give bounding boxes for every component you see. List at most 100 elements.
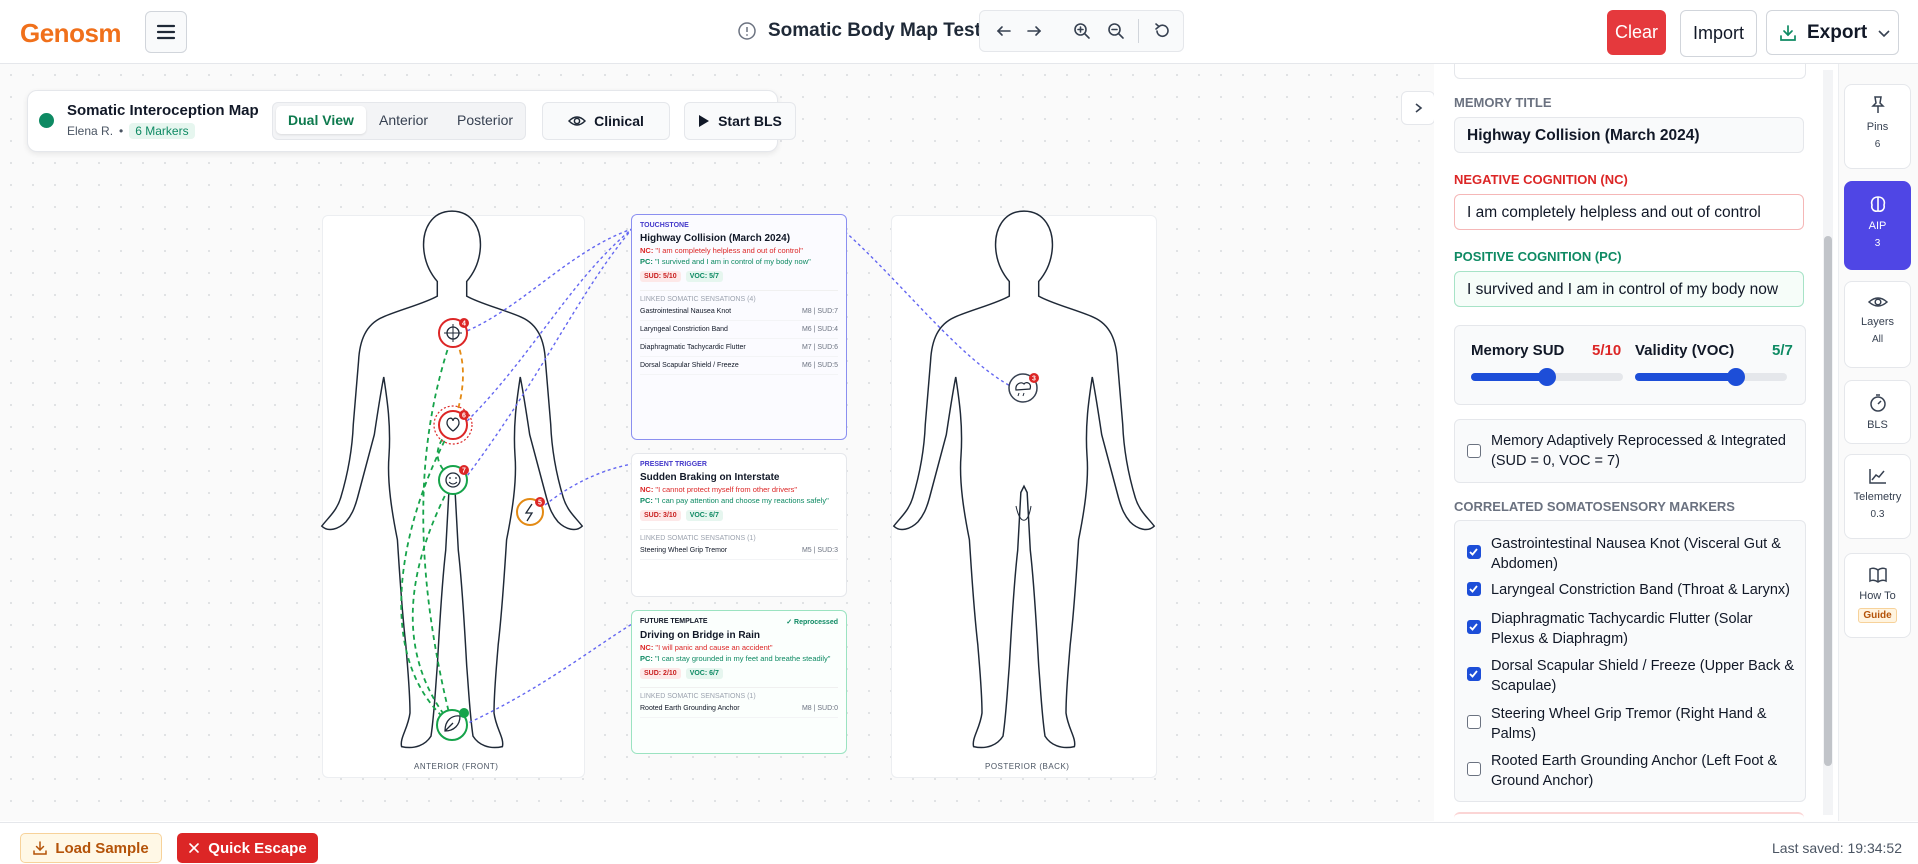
marker-label: Laryngeal Constriction Band (Throat & La… bbox=[1491, 582, 1791, 598]
chart-icon bbox=[1868, 469, 1886, 484]
voc-chip: VOC: 5/7 bbox=[685, 271, 723, 282]
rail-layers[interactable]: Layers All bbox=[1844, 281, 1911, 368]
markers-label: CORRELATED SOMATOSENSORY MARKERS bbox=[1454, 499, 1735, 514]
voc-label: Validity (VOC) bbox=[1635, 342, 1735, 359]
export-label: Export bbox=[1807, 21, 1868, 43]
memory-title-label: MEMORY TITLE bbox=[1454, 95, 1552, 110]
marker-label: Gastrointestinal Nausea Knot (Visceral G… bbox=[1491, 536, 1781, 572]
chevron-down-icon bbox=[1878, 29, 1890, 37]
last-saved-text: Last saved: 19:34:52 bbox=[1772, 840, 1902, 856]
sud-label: Memory SUD bbox=[1471, 342, 1565, 359]
linked-header: LINKED SOMATIC SENSATIONS (1) bbox=[640, 687, 838, 700]
rail-how-to-label: How To bbox=[1859, 590, 1896, 602]
brain-icon bbox=[1870, 196, 1885, 212]
rail-telemetry-count: 0.3 bbox=[1870, 509, 1885, 520]
rail-bls[interactable]: BLS bbox=[1844, 380, 1911, 444]
load-sample-label: Load Sample bbox=[55, 839, 149, 857]
rail-telemetry-label: Telemetry bbox=[1853, 491, 1902, 503]
memory-card-touchstone[interactable]: TOUCHSTONE Highway Collision (March 2024… bbox=[631, 214, 847, 440]
marker-label: Diaphragmatic Tachycardic Flutter (Solar… bbox=[1491, 611, 1753, 647]
memory-card-present-trigger[interactable]: PRESENT TRIGGER Sudden Braking on Inters… bbox=[631, 453, 847, 597]
pin-gastro-badge: 4 bbox=[462, 321, 466, 328]
voc-slider-thumb[interactable] bbox=[1727, 368, 1746, 386]
rail-pins-count: 6 bbox=[1874, 139, 1881, 150]
card-chips: SUD: 2/10 VOC: 6/7 bbox=[640, 668, 838, 679]
marker-checkbox-2[interactable] bbox=[1467, 620, 1481, 634]
card-tag: FUTURE TEMPLATE bbox=[640, 618, 708, 625]
pin-icon bbox=[1870, 96, 1885, 113]
linked-row: Laryngeal Constriction Band M6 | SUD:4 bbox=[640, 321, 838, 339]
card-pc: PC: "I can pay attention and choose my r… bbox=[640, 496, 829, 505]
markers-list: Gastrointestinal Nausea Knot (Visceral G… bbox=[1454, 520, 1806, 802]
card-tag: TOUCHSTONE bbox=[640, 222, 689, 229]
voc-slider-fill bbox=[1635, 373, 1737, 381]
marker-label: Dorsal Scapular Shield / Freeze (Upper B… bbox=[1491, 658, 1795, 694]
rail-aip[interactable]: AIP 3 bbox=[1844, 181, 1911, 270]
memory-card-future-template[interactable]: FUTURE TEMPLATE ✓ Reprocessed Driving on … bbox=[631, 610, 847, 754]
sud-slider-track[interactable] bbox=[1471, 368, 1623, 386]
marker-checkbox-4[interactable] bbox=[1467, 715, 1481, 729]
reprocessed-box: Memory Adaptively Reprocessed & Integrat… bbox=[1454, 419, 1806, 483]
sud-chip: SUD: 5/10 bbox=[640, 271, 681, 282]
marker-label: Steering Wheel Grip Tremor (Right Hand &… bbox=[1491, 706, 1767, 742]
rail-guide-badge: Guide bbox=[1858, 608, 1897, 623]
marker-checkbox-3[interactable] bbox=[1467, 667, 1481, 681]
voc-chip: VOC: 6/7 bbox=[685, 510, 723, 521]
import-button[interactable]: Import bbox=[1680, 10, 1757, 57]
card-nc: NC: "I cannot protect myself from other … bbox=[640, 485, 798, 494]
reprocessed-status: ✓ Reprocessed bbox=[786, 619, 838, 626]
pin-dorsal-badge: 3 bbox=[1032, 376, 1036, 383]
pin-laryngeal-badge: 7 bbox=[462, 468, 466, 475]
pin-diaphragm-badge: 6 bbox=[462, 413, 466, 420]
sud-value: 5/10 bbox=[1592, 342, 1622, 359]
card-tag: PRESENT TRIGGER bbox=[640, 461, 707, 468]
sud-voc-box: Memory SUD 5/10 Validity (VOC) 5/7 bbox=[1454, 325, 1806, 405]
marker-checkbox-0[interactable] bbox=[1467, 545, 1481, 559]
rail-aip-count: 3 bbox=[1874, 238, 1881, 249]
quick-escape-label: Quick Escape bbox=[208, 839, 307, 857]
sud-slider-thumb[interactable] bbox=[1538, 368, 1556, 386]
rail-pins[interactable]: Pins 6 bbox=[1844, 84, 1911, 169]
pc-input[interactable]: I survived and I am in control of my bod… bbox=[1454, 271, 1804, 307]
rail-aip-label: AIP bbox=[1868, 220, 1887, 232]
export-button[interactable]: Export bbox=[1766, 10, 1899, 55]
card-pc: PC: "I survived and I am in control of m… bbox=[640, 257, 811, 266]
marker-checkbox-5[interactable] bbox=[1467, 762, 1481, 776]
eye-icon bbox=[1867, 297, 1888, 307]
pc-label: POSITIVE COGNITION (PC) bbox=[1454, 249, 1622, 264]
previous-section-edge bbox=[1454, 64, 1806, 79]
marker-checkbox-1[interactable] bbox=[1467, 582, 1481, 596]
download-icon bbox=[1780, 24, 1796, 41]
pin-steering-grip[interactable]: 5 bbox=[516, 497, 545, 526]
linked-row: Gastrointestinal Nausea Knot M8 | SUD:7 bbox=[640, 303, 838, 321]
memory-title-input[interactable]: Highway Collision (March 2024) bbox=[1454, 117, 1804, 153]
nc-label: NEGATIVE COGNITION (NC) bbox=[1454, 172, 1628, 187]
voc-slider-track[interactable] bbox=[1635, 368, 1787, 386]
marker-label: Rooted Earth Grounding Anchor (Left Foot… bbox=[1491, 753, 1778, 789]
card-chips: SUD: 3/10 VOC: 6/7 bbox=[640, 510, 838, 521]
rail-how-to[interactable]: How To Guide bbox=[1844, 553, 1911, 638]
pin-steering-badge: 5 bbox=[538, 500, 542, 507]
clear-button[interactable]: Clear bbox=[1607, 10, 1666, 55]
load-sample-button[interactable]: Load Sample bbox=[20, 833, 162, 863]
rail-telemetry[interactable]: Telemetry 0.3 bbox=[1844, 454, 1911, 539]
linked-row: Dorsal Scapular Shield / Freeze M6 | SUD:… bbox=[640, 357, 838, 375]
quick-escape-button[interactable]: Quick Escape bbox=[177, 833, 318, 863]
scrollbar-thumb[interactable] bbox=[1824, 236, 1832, 766]
posterior-body-outline bbox=[893, 210, 1155, 749]
voc-value: 5/7 bbox=[1772, 342, 1793, 359]
linked-row: Rooted Earth Grounding Anchor M8 | SUD:0 bbox=[640, 700, 838, 718]
card-tag-row: FUTURE TEMPLATE ✓ Reprocessed bbox=[640, 618, 838, 626]
reprocessed-checkbox[interactable] bbox=[1467, 444, 1481, 458]
sidebar-scrollbar[interactable] bbox=[1823, 70, 1833, 815]
card-title: Highway Collision (March 2024) bbox=[640, 233, 791, 244]
linked-row: Steering Wheel Grip Tremor M5 | SUD:3 bbox=[640, 542, 838, 560]
book-icon bbox=[1868, 567, 1887, 583]
linked-header: LINKED SOMATIC SENSATIONS (1) bbox=[640, 529, 838, 542]
card-nc: NC: "I will panic and cause an accident" bbox=[640, 643, 773, 652]
pin-grounding-anchor[interactable] bbox=[436, 708, 469, 741]
sud-slider-fill bbox=[1471, 373, 1547, 381]
linked-header: LINKED SOMATIC SENSATIONS (4) bbox=[640, 290, 838, 303]
nc-input[interactable]: I am completely helpless and out of cont… bbox=[1454, 194, 1804, 230]
rail-bls-label: BLS bbox=[1867, 419, 1888, 431]
